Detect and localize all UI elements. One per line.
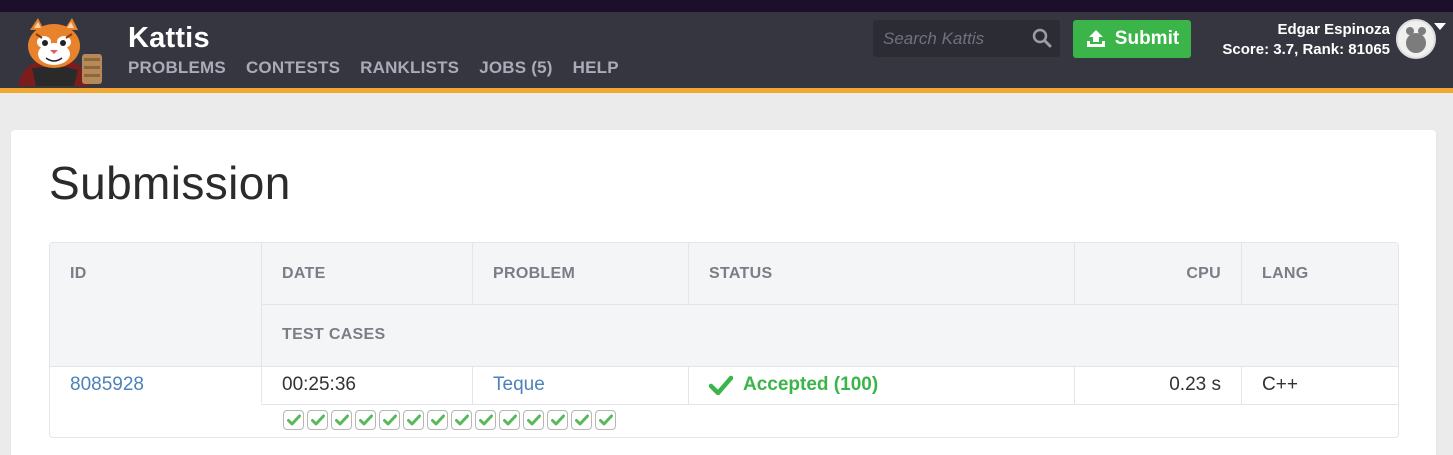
search-input[interactable] (873, 20, 1023, 57)
check-icon (574, 414, 589, 426)
page-title: Submission (49, 157, 291, 209)
check-icon (550, 414, 565, 426)
check-icon (310, 414, 325, 426)
submit-button[interactable]: Submit (1073, 20, 1191, 58)
nav-ranklists[interactable]: RANKLISTS (360, 58, 459, 78)
test-case-list (283, 410, 616, 430)
test-case-accepted[interactable] (427, 410, 448, 430)
main-nav: PROBLEMS CONTESTS RANKLISTS JOBS (5) HEL… (128, 58, 639, 78)
nav-help[interactable]: HELP (573, 58, 619, 78)
check-icon (478, 414, 493, 426)
test-case-accepted[interactable] (307, 410, 328, 430)
check-icon (430, 414, 445, 426)
brand-title[interactable]: Kattis (128, 22, 210, 55)
header-id: ID (70, 265, 87, 282)
nav-problems[interactable]: PROBLEMS (128, 58, 226, 78)
submission-date: 00:25:36 (282, 374, 356, 395)
test-case-accepted[interactable] (379, 410, 400, 430)
col-sep (1241, 366, 1242, 404)
test-case-accepted[interactable] (331, 410, 352, 430)
check-icon (709, 375, 733, 395)
submission-id-link[interactable]: 8085928 (70, 374, 144, 396)
search-icon[interactable] (1032, 28, 1052, 48)
check-icon (526, 414, 541, 426)
col-sep (688, 243, 689, 304)
user-name: Edgar Espinoza (1277, 21, 1390, 38)
check-icon (598, 414, 613, 426)
test-case-accepted[interactable] (499, 410, 520, 430)
content-card: Submission ID DATE PROBLEM STATUS CPU LA… (11, 130, 1436, 455)
header-date: DATE (282, 265, 326, 282)
test-case-accepted[interactable] (547, 410, 568, 430)
check-icon (382, 414, 397, 426)
row-sep (261, 404, 1398, 405)
header-test-cases: TEST CASES (282, 326, 386, 343)
header-lang: LANG (1262, 265, 1309, 282)
avatar-image-icon (1398, 21, 1434, 57)
row-sep (50, 366, 1398, 367)
status-badge: Accepted (100) (709, 374, 878, 396)
check-icon (454, 414, 469, 426)
status-text: Accepted (100) (743, 374, 879, 395)
col-sep (472, 366, 473, 404)
test-case-accepted[interactable] (355, 410, 376, 430)
user-menu-chevron-down-icon[interactable] (1434, 23, 1446, 30)
check-icon (502, 414, 517, 426)
test-case-accepted[interactable] (571, 410, 592, 430)
cpu-time: 0.23 s (1169, 374, 1221, 395)
header-border (0, 88, 1453, 93)
col-sep (688, 366, 689, 404)
problem-link[interactable]: Teque (493, 374, 545, 396)
header-problem: PROBLEM (493, 265, 576, 282)
check-icon (406, 414, 421, 426)
test-case-accepted[interactable] (475, 410, 496, 430)
test-case-accepted[interactable] (283, 410, 304, 430)
col-sep (472, 243, 473, 304)
nav-contests[interactable]: CONTESTS (246, 58, 340, 78)
col-sep (1241, 243, 1242, 304)
language: C++ (1262, 374, 1298, 395)
check-icon (286, 414, 301, 426)
test-case-accepted[interactable] (523, 410, 544, 430)
kattis-logo-icon[interactable] (10, 16, 110, 88)
test-case-accepted[interactable] (403, 410, 424, 430)
search-box (873, 20, 1060, 57)
test-case-accepted[interactable] (451, 410, 472, 430)
top-strip (0, 0, 1453, 12)
user-info[interactable]: Edgar Espinoza Score: 3.7, Rank: 81065 (1200, 20, 1390, 60)
submit-label: Submit (1114, 28, 1180, 49)
header-cpu: CPU (1186, 265, 1221, 282)
check-icon (334, 414, 349, 426)
row-sep (261, 304, 1398, 305)
user-stats: Score: 3.7, Rank: 81065 (1222, 41, 1390, 58)
nav-jobs[interactable]: JOBS (5) (479, 58, 552, 78)
avatar[interactable] (1396, 19, 1436, 59)
col-sep (261, 243, 262, 403)
check-icon (358, 414, 373, 426)
test-case-accepted[interactable] (595, 410, 616, 430)
header-status: STATUS (709, 265, 773, 282)
submission-table: ID DATE PROBLEM STATUS CPU LANG TEST CAS… (49, 242, 1399, 438)
upload-icon (1086, 30, 1105, 47)
